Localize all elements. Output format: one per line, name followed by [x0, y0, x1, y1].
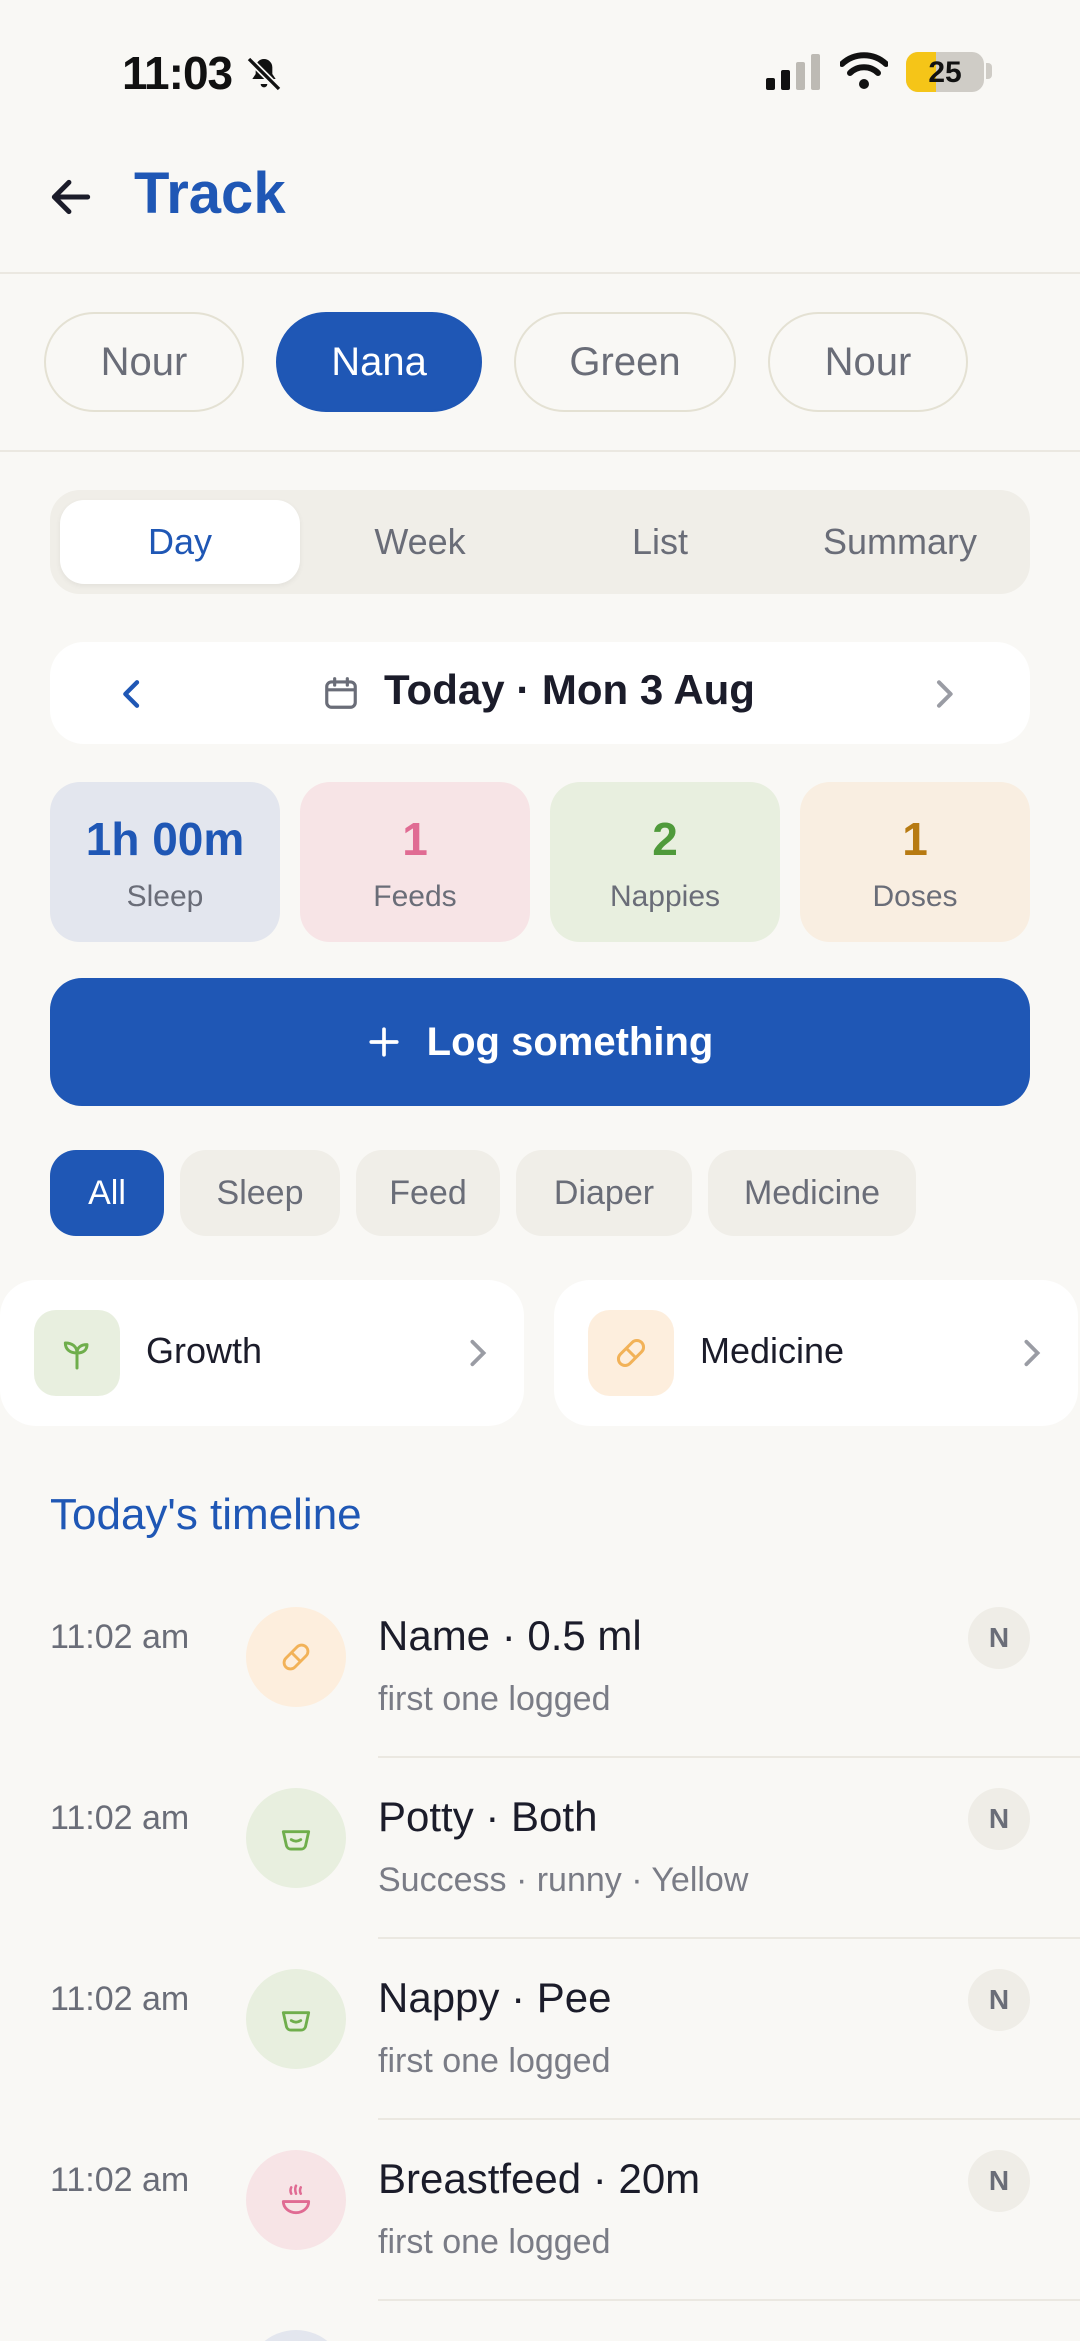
stat-value: 1	[402, 813, 428, 865]
tab-list[interactable]: List	[540, 500, 780, 584]
stat-card-feeds[interactable]: 1 Feeds	[300, 782, 530, 942]
child-pill-0[interactable]: Nour	[44, 312, 244, 412]
shortcut-label: Medicine	[700, 1330, 845, 1371]
wifi-icon	[840, 52, 888, 89]
log-button-label: Log something	[426, 1019, 714, 1064]
pills-divider	[0, 450, 1080, 452]
stat-card-doses[interactable]: 1 Doses	[800, 782, 1030, 942]
tab-week[interactable]: Week	[300, 500, 540, 584]
entry-time: 11:02 am	[50, 1980, 190, 2018]
entry-divider	[378, 2118, 1080, 2120]
caregiver-badge: N	[968, 2150, 1030, 2212]
entry-divider	[378, 1756, 1080, 1758]
entry-time: 11:02 am	[50, 2161, 190, 2199]
stat-label: Sleep	[126, 880, 204, 913]
chevron-left-icon[interactable]	[112, 674, 152, 714]
chevron-right-icon	[470, 1339, 487, 1367]
filter-chip-all[interactable]: All	[50, 1150, 164, 1236]
battery-level: 25	[928, 56, 962, 89]
stat-value: 1h 00m	[85, 813, 245, 865]
entry-time: 11:02 am	[50, 1799, 190, 1837]
potty-icon	[246, 1788, 346, 1888]
view-tabs: Day Week List Summary	[50, 490, 1030, 594]
battery-icon: 25	[906, 52, 984, 92]
date-navigator: Today · Mon 3 Aug	[50, 642, 1030, 744]
entry-subtitle: first one logged	[378, 2042, 611, 2080]
entry-title[interactable]: Nappy · Pee	[378, 1974, 611, 2022]
caregiver-badge: N	[968, 1607, 1030, 1669]
stat-card-nappies[interactable]: 2 Nappies	[550, 782, 780, 942]
filter-chip-medicine[interactable]: Medicine	[708, 1150, 916, 1236]
entry-icon-partial	[246, 2330, 346, 2341]
shortcut-growth[interactable]: Growth	[0, 1280, 524, 1426]
entry-subtitle: first one logged	[378, 1680, 611, 1718]
chevron-right-icon[interactable]	[924, 674, 964, 714]
child-pill-3[interactable]: Nour	[768, 312, 968, 412]
stat-label: Doses	[872, 880, 958, 913]
pill-icon	[588, 1310, 674, 1396]
potty-icon	[246, 1969, 346, 2069]
back-arrow-icon[interactable]	[46, 172, 96, 222]
entry-divider	[378, 2299, 1080, 2301]
stat-label: Feeds	[373, 880, 457, 913]
battery-tip	[986, 63, 992, 79]
entry-title[interactable]: Breastfeed · 20m	[378, 2155, 700, 2203]
entry-title[interactable]: Potty · Both	[378, 1793, 597, 1841]
child-pill-1[interactable]: Nana	[276, 312, 482, 412]
calendar-icon	[325, 677, 357, 709]
shortcut-medicine[interactable]: Medicine	[554, 1280, 1078, 1426]
date-label[interactable]: Today · Mon 3 Aug	[384, 666, 755, 714]
bowl-icon	[246, 2150, 346, 2250]
entry-subtitle: first one logged	[378, 2223, 611, 2261]
shortcut-label: Growth	[146, 1330, 263, 1371]
filter-chip-feed[interactable]: Feed	[356, 1150, 500, 1236]
entry-subtitle: Success · runny · Yellow	[378, 1861, 749, 1899]
status-time: 11:03	[122, 47, 233, 99]
stat-value: 1	[902, 813, 928, 865]
child-pill-2[interactable]: Green	[514, 312, 736, 412]
stat-card-sleep[interactable]: 1h 00m Sleep	[50, 782, 280, 942]
stat-value: 2	[652, 813, 678, 865]
filter-chip-diaper[interactable]: Diaper	[516, 1150, 692, 1236]
filter-chip-sleep[interactable]: Sleep	[180, 1150, 340, 1236]
tab-day[interactable]: Day	[60, 500, 300, 584]
chevron-right-icon	[1024, 1339, 1041, 1367]
plus-icon	[369, 1027, 399, 1057]
bell-muted-icon	[246, 56, 282, 92]
entry-title[interactable]: Name · 0.5 ml	[378, 1612, 642, 1660]
caregiver-badge: N	[968, 1788, 1030, 1850]
tab-summary[interactable]: Summary	[780, 500, 1020, 584]
signal-icon	[766, 54, 820, 90]
log-something-button[interactable]: Log something	[50, 978, 1030, 1106]
pill-icon	[246, 1607, 346, 1707]
header-divider	[0, 272, 1080, 274]
entry-divider	[378, 1937, 1080, 1939]
entry-time: 11:02 am	[50, 1618, 190, 1656]
page-title: Track	[134, 161, 286, 226]
stat-label: Nappies	[609, 880, 721, 913]
sprout-icon	[34, 1310, 120, 1396]
caregiver-badge: N	[968, 1969, 1030, 2031]
timeline-heading: Today's timeline	[50, 1490, 362, 1539]
